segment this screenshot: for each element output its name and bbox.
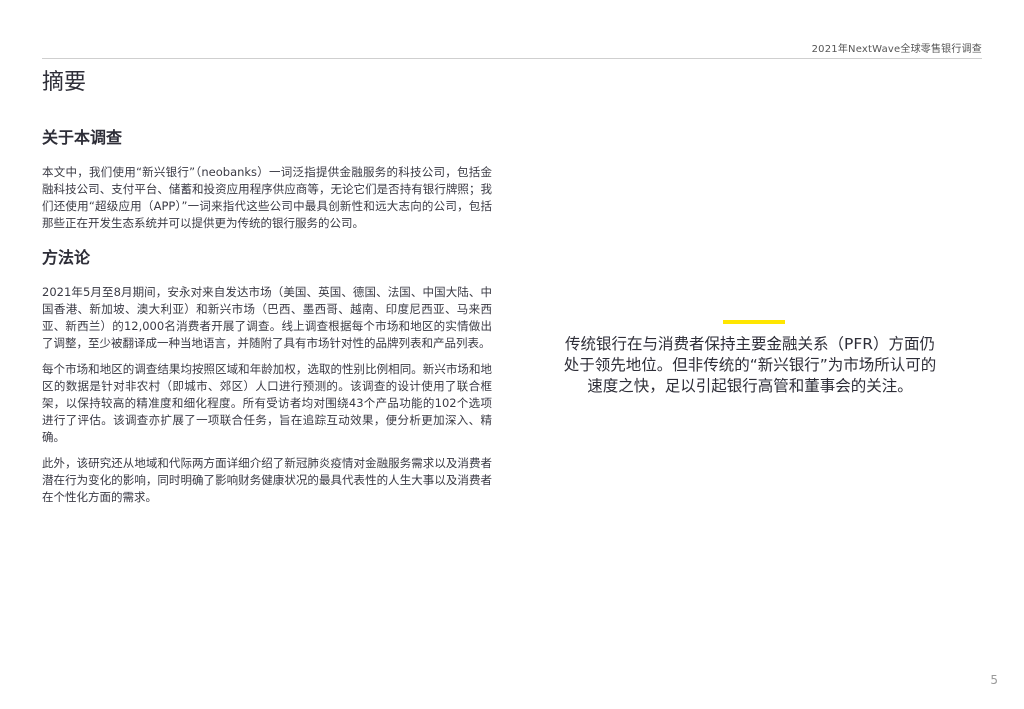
methodology-section: 方法论 2021年5月至8月期间，安永对来自发达市场（美国、英国、德国、法国、中… bbox=[42, 244, 492, 506]
about-section: 关于本调查 本文中，我们使用“新兴银行”（neobanks）一词泛指提供金融服务… bbox=[42, 124, 492, 232]
quote-accent-bar bbox=[723, 320, 785, 324]
methodology-paragraph-1: 2021年5月至8月期间，安永对来自发达市场（美国、英国、德国、法国、中国大陆、… bbox=[42, 285, 492, 350]
main-content: 关于本调查 本文中，我们使用“新兴银行”（neobanks）一词泛指提供金融服务… bbox=[42, 124, 492, 515]
about-paragraph: 本文中，我们使用“新兴银行”（neobanks）一词泛指提供金融服务的科技公司，… bbox=[42, 165, 492, 230]
page-number: 5 bbox=[990, 673, 998, 687]
methodology-paragraph-2: 每个市场和地区的调查结果均按照区域和年龄加权，选取的性别比例相同。新兴市场和地区… bbox=[42, 362, 492, 444]
about-heading: 关于本调查 bbox=[42, 128, 123, 147]
methodology-paragraph-3: 此外，该研究还从地域和代际两方面详细介绍了新冠肺炎疫情对金融服务需求以及消费者潜… bbox=[42, 456, 492, 504]
header-divider bbox=[42, 58, 982, 59]
methodology-heading: 方法论 bbox=[42, 248, 91, 267]
pull-quote: 传统银行在与消费者保持主要金融关系（PFR）方面仍处于领先地位。但非传统的“新兴… bbox=[563, 335, 937, 395]
page-title: 摘要 bbox=[42, 70, 87, 95]
report-title: 2021年NextWave全球零售银行调查 bbox=[811, 44, 982, 55]
